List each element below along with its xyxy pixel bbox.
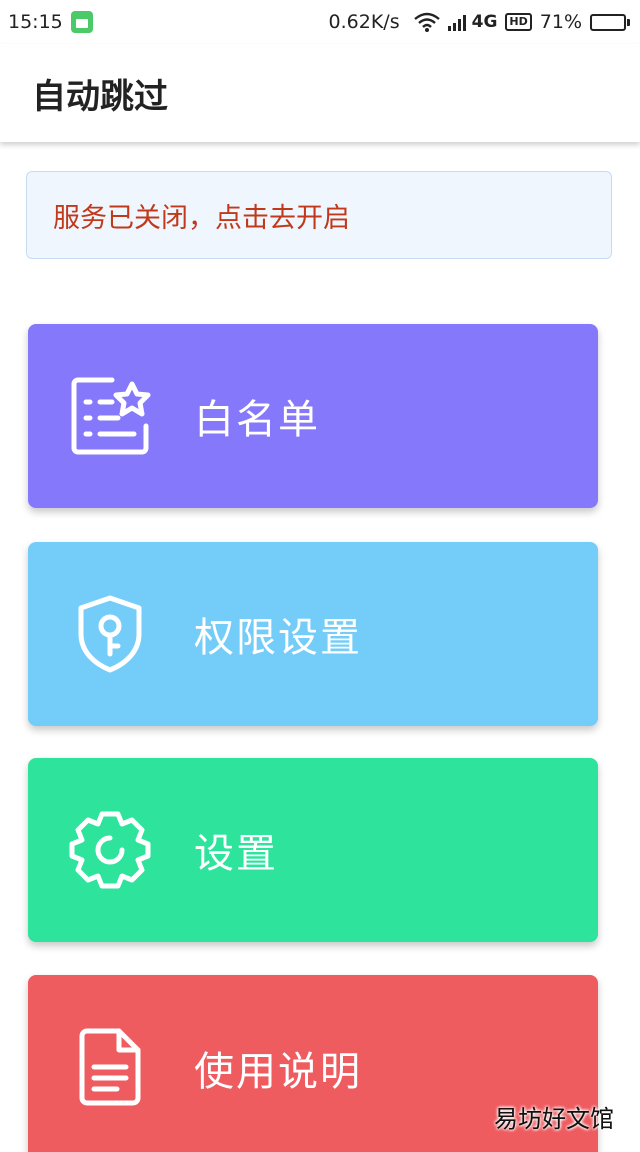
- settings-card[interactable]: 设置: [28, 758, 598, 942]
- service-status-text: 服务已关闭，点击去开启: [53, 202, 350, 234]
- battery-percent: 71%: [539, 11, 582, 33]
- network-speed: 0.62K/s: [328, 11, 400, 33]
- status-time: 15:15: [8, 11, 63, 33]
- watermark: 易坊好文馆: [494, 1105, 614, 1133]
- page-title: 自动跳过: [32, 76, 168, 117]
- document-icon: [64, 1021, 156, 1113]
- signal-icon: [447, 13, 470, 31]
- hd-badge: HD: [505, 13, 532, 31]
- app-bar: 自动跳过: [0, 44, 640, 142]
- permission-settings-card[interactable]: 权限设置: [28, 542, 598, 726]
- service-status-banner[interactable]: 服务已关闭，点击去开启: [26, 171, 612, 259]
- status-bar: 15:15 0.62K/s 4G HD 71%: [0, 0, 640, 44]
- network-type: 4G: [471, 12, 498, 32]
- whitelist-star-icon: [64, 370, 156, 462]
- permission-settings-label: 权限设置: [194, 615, 362, 661]
- settings-label: 设置: [194, 831, 278, 877]
- notification-app-icon: [70, 11, 93, 33]
- gear-icon: [64, 804, 156, 896]
- whitelist-label: 白名单: [194, 397, 320, 443]
- shield-key-icon: [64, 588, 156, 680]
- instructions-label: 使用说明: [194, 1049, 362, 1095]
- wifi-icon: [413, 12, 440, 32]
- whitelist-card[interactable]: 白名单: [28, 324, 598, 508]
- battery-icon: [590, 13, 630, 31]
